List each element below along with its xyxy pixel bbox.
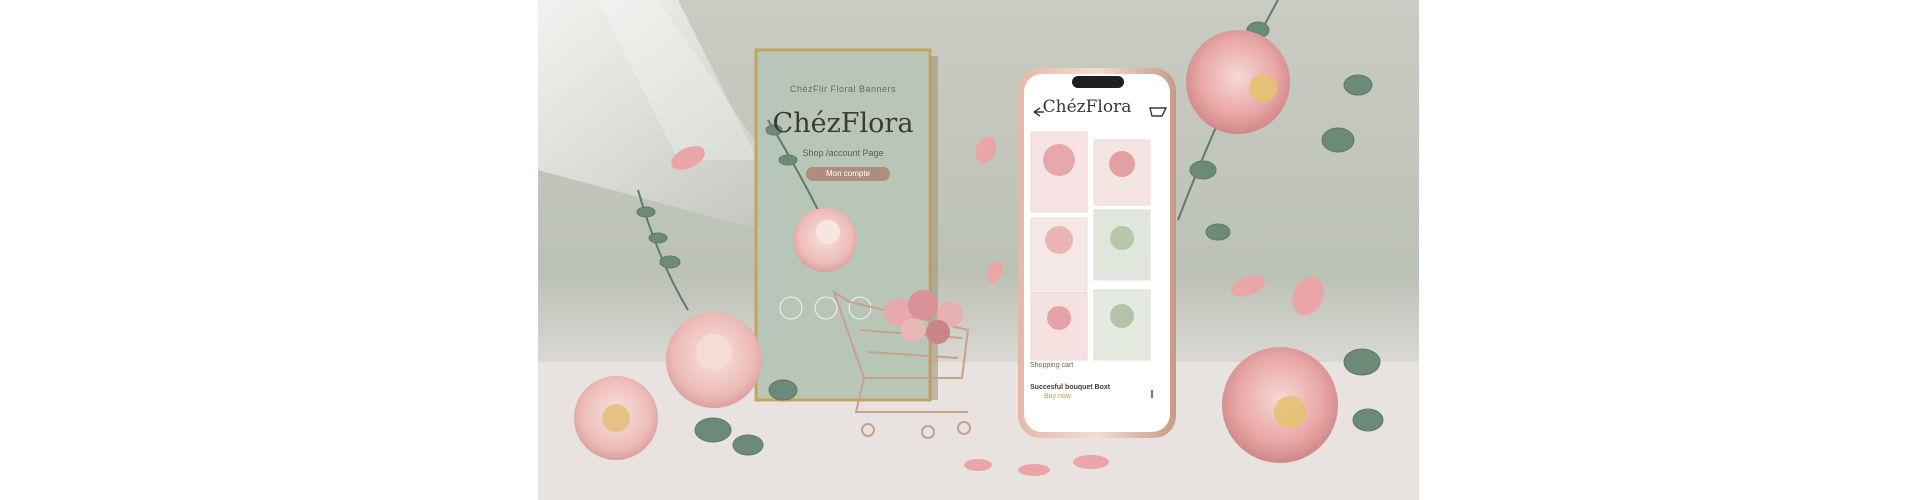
phone-logo: ChézFlora [1042,97,1132,117]
mon-compte-button[interactable]: Mon compte [806,167,890,181]
phone-caption-bouquet: Succesful bouquet Boxt [1030,384,1111,391]
poster: ChézFlir Floral Banners ChézFlora Shop /… [756,50,930,400]
product-scene: ChézFlir Floral Banners ChézFlora Shop /… [538,0,1419,500]
poster-subtitle: Shop /account Page [802,148,884,158]
poster-logo: ChézFlora [772,108,914,139]
phone-caption-shopping: Shopping cart [1030,362,1074,369]
smartphone [1018,68,1176,438]
poster-brand-top: ChézFlir Floral Banners [789,84,897,94]
scene-illustration [538,0,1419,500]
buy-now-link[interactable]: Buy now [1044,393,1071,400]
